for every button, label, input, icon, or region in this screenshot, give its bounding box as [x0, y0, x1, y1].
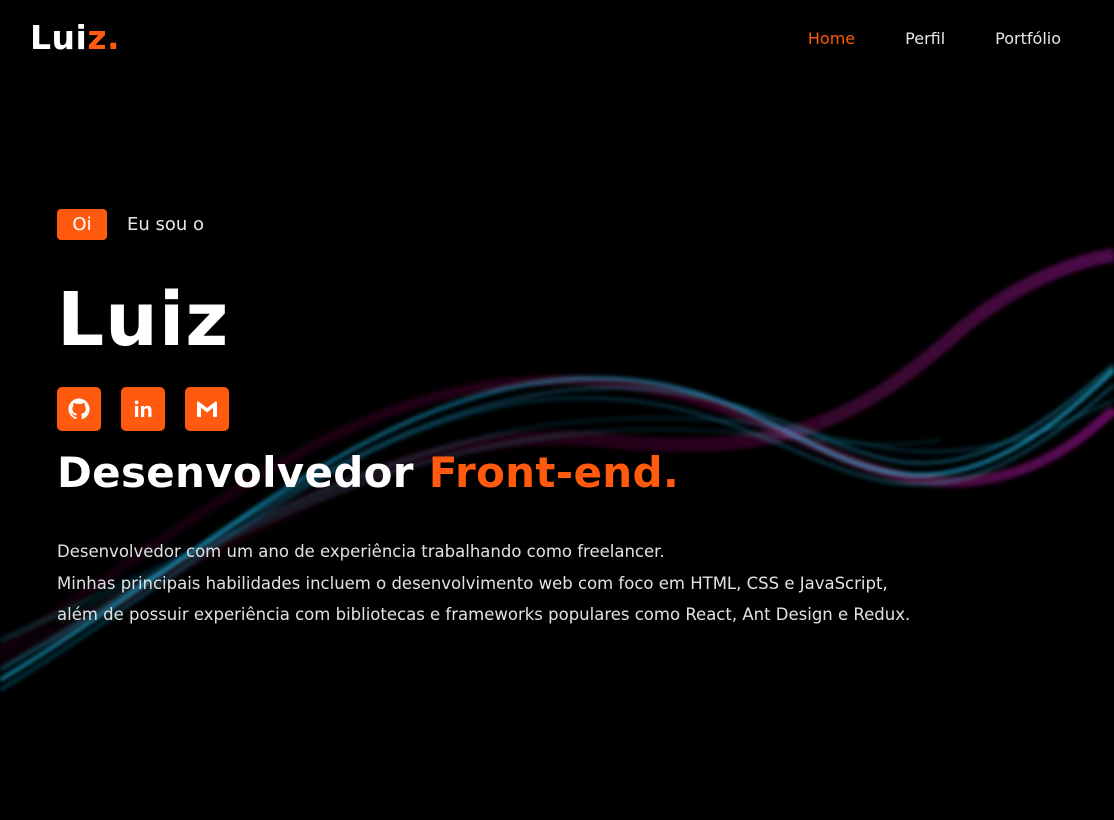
main-nav: Home Perfil Portfólio: [808, 28, 1061, 50]
nav-portfolio[interactable]: Portfólio: [995, 28, 1061, 50]
github-icon: [68, 398, 90, 420]
gmail-button[interactable]: [185, 387, 229, 431]
linkedin-icon: [134, 400, 152, 417]
logo-text: Lui: [30, 18, 88, 57]
nav-home[interactable]: Home: [808, 28, 855, 50]
hero-description: Desenvolvedor com um ano de experiência …: [57, 536, 910, 631]
logo-accent: z.: [87, 18, 121, 57]
intro-text: Eu sou o: [127, 214, 205, 235]
site-header: Luiz. Home Perfil Portfólio: [0, 0, 1114, 80]
description-line: além de possuir experiência com bibliote…: [57, 605, 911, 624]
greeting: Oi Eu sou o: [57, 209, 204, 240]
role-text: Desenvolvedor: [57, 448, 429, 497]
github-button[interactable]: [57, 387, 101, 431]
logo[interactable]: Luiz.: [30, 18, 120, 58]
description-line: Minhas principais habilidades incluem o …: [57, 573, 888, 593]
social-links: [57, 387, 229, 431]
role-accent: Front-end.: [428, 448, 680, 497]
greeting-badge: Oi: [57, 209, 107, 240]
nav-perfil[interactable]: Perfil: [905, 28, 945, 50]
hero-name: Luiz: [57, 277, 230, 363]
description-line: Desenvolvedor com um ano de experiência …: [57, 542, 665, 561]
gmail-icon: [197, 401, 217, 417]
linkedin-button[interactable]: [121, 387, 165, 431]
hero-role: Desenvolvedor Front-end.: [57, 448, 679, 498]
